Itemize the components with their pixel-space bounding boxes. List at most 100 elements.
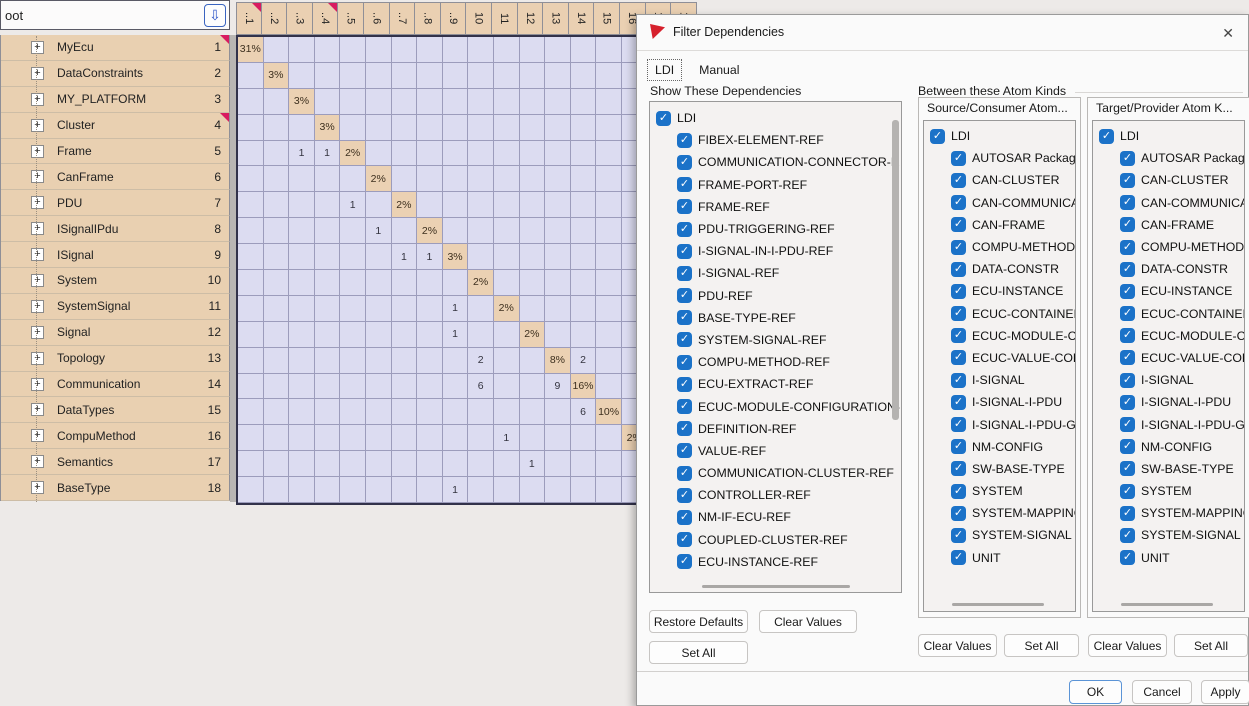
matrix-cell[interactable]: [315, 348, 341, 374]
matrix-cell[interactable]: [340, 115, 366, 141]
matrix-cell[interactable]: [315, 89, 341, 115]
matrix-cell[interactable]: [340, 399, 366, 425]
matrix-cell[interactable]: [520, 270, 546, 296]
checkbox-checked-icon[interactable]: ✓: [677, 355, 692, 370]
checkbox-item[interactable]: ✓DEFINITION-REF: [650, 418, 901, 440]
matrix-cell[interactable]: [315, 477, 341, 503]
matrix-cell[interactable]: [238, 296, 264, 322]
matrix-cell[interactable]: [417, 348, 443, 374]
checkbox-checked-icon[interactable]: ✓: [951, 395, 966, 410]
checkbox-checked-icon[interactable]: ✓: [951, 350, 966, 365]
matrix-cell[interactable]: [596, 115, 622, 141]
checkbox-checked-icon[interactable]: ✓: [677, 133, 692, 148]
matrix-cell[interactable]: [392, 348, 418, 374]
matrix-cell[interactable]: 1: [392, 244, 418, 270]
checkbox-checked-icon[interactable]: ✓: [951, 484, 966, 499]
matrix-col-header[interactable]: 15: [594, 2, 620, 35]
checkbox-item[interactable]: ✓CAN-CLUSTER: [924, 169, 1075, 191]
matrix-cell[interactable]: [264, 89, 290, 115]
matrix-cell[interactable]: [366, 399, 392, 425]
matrix-cell[interactable]: [494, 244, 520, 270]
matrix-cell[interactable]: [596, 37, 622, 63]
checkbox-item[interactable]: ✓LDI: [1093, 125, 1244, 147]
matrix-cell[interactable]: [392, 322, 418, 348]
checkbox-checked-icon[interactable]: ✓: [1120, 528, 1135, 543]
matrix-cell[interactable]: [596, 348, 622, 374]
checkbox-item[interactable]: ✓LDI: [924, 125, 1075, 147]
matrix-cell[interactable]: [417, 115, 443, 141]
checkbox-checked-icon[interactable]: ✓: [951, 240, 966, 255]
matrix-cell[interactable]: [340, 244, 366, 270]
checkbox-item[interactable]: ✓SYSTEM: [1093, 480, 1244, 502]
matrix-cell[interactable]: [392, 115, 418, 141]
matrix-cell[interactable]: [494, 218, 520, 244]
matrix-cell[interactable]: [520, 141, 546, 167]
expand-icon[interactable]: +: [31, 403, 44, 416]
expand-icon[interactable]: +: [31, 274, 44, 287]
checkbox-checked-icon[interactable]: ✓: [1120, 262, 1135, 277]
checkbox-checked-icon[interactable]: ✓: [951, 284, 966, 299]
matrix-cell[interactable]: [366, 425, 392, 451]
checkbox-item[interactable]: ✓I-SIGNAL-I-PDU-GRO: [1093, 413, 1244, 435]
matrix-cell[interactable]: [366, 296, 392, 322]
matrix-cell[interactable]: 2%: [468, 270, 494, 296]
matrix-cell[interactable]: [392, 270, 418, 296]
matrix-cell[interactable]: [545, 115, 571, 141]
checkbox-item[interactable]: ✓I-SIGNAL-I-PDU-GRO: [924, 413, 1075, 435]
matrix-cell[interactable]: [468, 477, 494, 503]
matrix-cell[interactable]: [571, 37, 597, 63]
expand-icon[interactable]: +: [31, 429, 44, 442]
matrix-cell[interactable]: 2%: [417, 218, 443, 244]
checkbox-checked-icon[interactable]: ✓: [951, 306, 966, 321]
close-icon[interactable]: ✕: [1218, 23, 1238, 44]
horizontal-scrollbar-thumb[interactable]: [952, 603, 1044, 606]
checkbox-checked-icon[interactable]: ✓: [1120, 506, 1135, 521]
checkbox-item[interactable]: ✓ECUC-CONTAINER-VA: [1093, 303, 1244, 325]
matrix-cell[interactable]: [264, 270, 290, 296]
matrix-cell[interactable]: [596, 63, 622, 89]
matrix-cell[interactable]: [494, 270, 520, 296]
matrix-cell[interactable]: [264, 425, 290, 451]
matrix-cell[interactable]: [520, 63, 546, 89]
checkbox-item[interactable]: ✓SYSTEM: [924, 480, 1075, 502]
matrix-cell[interactable]: [315, 244, 341, 270]
matrix-cell[interactable]: [443, 192, 469, 218]
checkbox-checked-icon[interactable]: ✓: [1120, 484, 1135, 499]
matrix-cell[interactable]: [545, 166, 571, 192]
matrix-cell[interactable]: [417, 451, 443, 477]
matrix-cell[interactable]: [289, 477, 315, 503]
checkbox-checked-icon[interactable]: ✓: [951, 195, 966, 210]
matrix-cell[interactable]: [545, 218, 571, 244]
matrix-cell[interactable]: [520, 425, 546, 451]
expand-icon[interactable]: +: [31, 170, 44, 183]
matrix-cell[interactable]: [545, 192, 571, 218]
matrix-cell[interactable]: [545, 322, 571, 348]
matrix-cell[interactable]: [238, 399, 264, 425]
matrix-cell[interactable]: [571, 63, 597, 89]
matrix-cell[interactable]: [596, 192, 622, 218]
checkbox-checked-icon[interactable]: ✓: [930, 129, 945, 144]
matrix-cell[interactable]: [494, 63, 520, 89]
matrix-cell[interactable]: [520, 37, 546, 63]
checkbox-checked-icon[interactable]: ✓: [951, 417, 966, 432]
checkbox-checked-icon[interactable]: ✓: [677, 466, 692, 481]
matrix-cell[interactable]: [596, 141, 622, 167]
matrix-cell[interactable]: [571, 192, 597, 218]
matrix-cell[interactable]: 3%: [315, 115, 341, 141]
matrix-cell[interactable]: 1: [417, 244, 443, 270]
matrix-cell[interactable]: [392, 425, 418, 451]
matrix-cell[interactable]: 2%: [392, 192, 418, 218]
checkbox-item[interactable]: ✓ECUC-VALUE-COLLEC: [924, 347, 1075, 369]
matrix-cell[interactable]: [340, 322, 366, 348]
matrix-cell[interactable]: [289, 374, 315, 400]
matrix-cell[interactable]: [494, 166, 520, 192]
expand-icon[interactable]: +: [31, 93, 44, 106]
matrix-cell[interactable]: 1: [443, 296, 469, 322]
matrix-cell[interactable]: [443, 166, 469, 192]
checkbox-item[interactable]: ✓NM-CONFIG: [1093, 436, 1244, 458]
matrix-col-header[interactable]: 11: [492, 2, 518, 35]
matrix-cell[interactable]: [238, 115, 264, 141]
checkbox-item[interactable]: ✓NM-IF-ECU-REF: [650, 506, 901, 528]
checkbox-item[interactable]: ✓SYSTEM-SIGNAL: [1093, 524, 1244, 546]
matrix-cell[interactable]: [443, 89, 469, 115]
